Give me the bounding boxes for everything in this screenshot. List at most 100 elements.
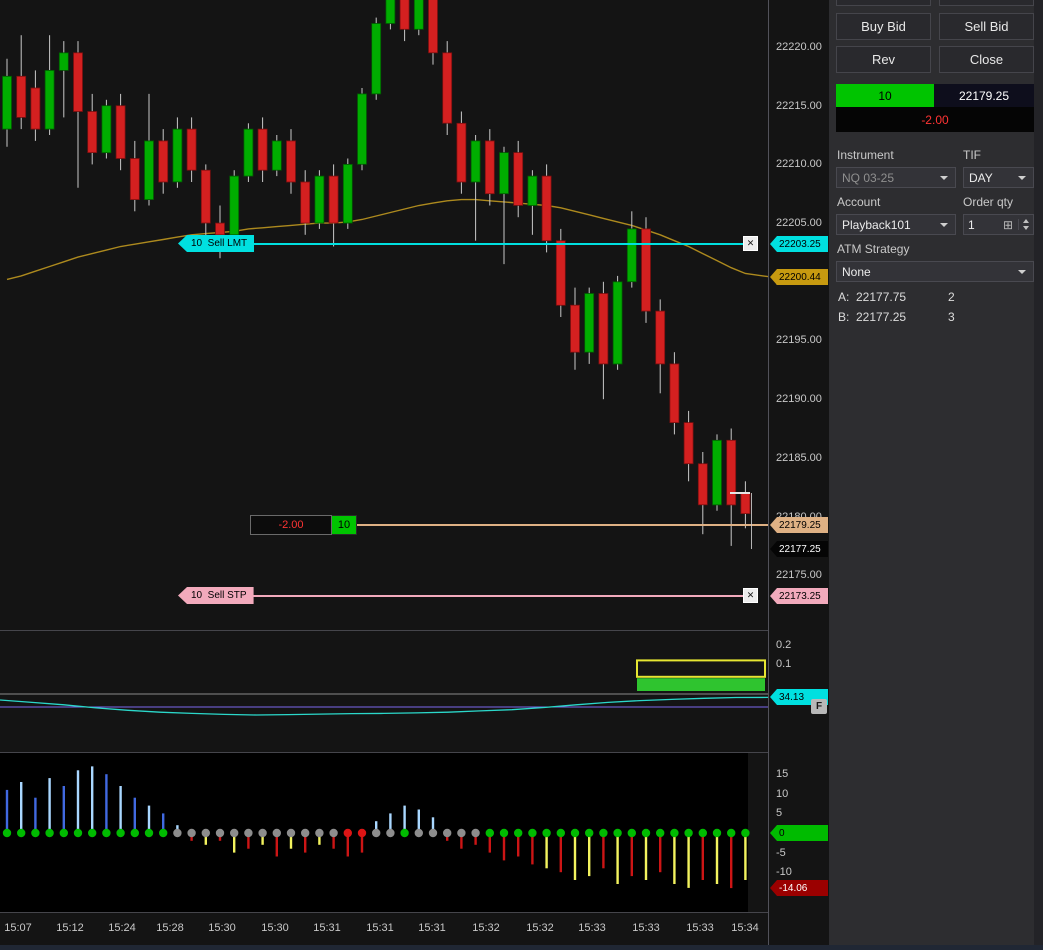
candle — [683, 422, 694, 465]
axis-price-label: 22185.00 — [776, 452, 822, 464]
time-label: 15:30 — [261, 922, 289, 934]
price-axis: 22220.0022215.0022210.0022205.0022200.00… — [768, 0, 829, 945]
delta-dot — [542, 828, 551, 838]
candle — [271, 140, 282, 171]
sell-limit-order-line[interactable] — [250, 243, 744, 245]
candle — [555, 240, 566, 306]
atm-strategy-label: ATM Strategy — [837, 242, 910, 256]
delta-dot — [414, 828, 423, 838]
time-label: 15:33 — [578, 922, 606, 934]
partial-button-top-left[interactable] — [836, 0, 931, 6]
reverse-button[interactable]: Rev — [836, 46, 931, 73]
trading-platform-window: 10 Sell LMT -2.00 10 10 Sell STP 22220.0… — [0, 0, 1043, 950]
buy-bid-button[interactable]: Buy Bid — [836, 13, 931, 40]
account-select[interactable]: Playback101 — [836, 214, 956, 235]
account-value: Playback101 — [842, 217, 911, 232]
time-label: 15:28 — [156, 922, 184, 934]
delta-dot — [485, 828, 494, 838]
candle — [144, 140, 154, 200]
candle — [612, 281, 623, 365]
last-price-dash — [730, 492, 750, 494]
position-pnl-box: -2.00 10 — [250, 515, 357, 535]
delta-dot — [116, 828, 125, 838]
candle — [172, 128, 183, 183]
sell-limit-order-label[interactable]: 10 Sell LMT — [178, 235, 255, 252]
window-edge — [1034, 0, 1043, 950]
time-label: 15:34 — [731, 922, 759, 934]
price-marker: 22173.25 — [770, 588, 828, 604]
candle — [484, 140, 495, 195]
ask-quote-row: A: 22177.75 2 — [838, 290, 1028, 304]
axis-price-label: 22215.00 — [776, 100, 822, 112]
candle — [413, 0, 424, 30]
instrument-select[interactable]: NQ 03-25 — [836, 167, 956, 188]
spinner-up-icon[interactable] — [1023, 219, 1029, 223]
candle — [342, 163, 353, 224]
account-label: Account — [837, 195, 881, 209]
candle — [200, 169, 211, 224]
cancel-stop-order-button[interactable] — [743, 588, 758, 603]
time-label: 15:24 — [108, 922, 136, 934]
sell-bid-button[interactable]: Sell Bid — [939, 13, 1034, 40]
time-label: 15:31 — [418, 922, 446, 934]
time-label: 15:32 — [526, 922, 554, 934]
position-price-cell: 22179.25 — [934, 84, 1034, 107]
ask-size: 2 — [948, 290, 955, 304]
chart-canvas[interactable] — [0, 0, 768, 945]
chevron-down-icon — [940, 175, 948, 180]
delta-dot — [59, 828, 68, 838]
spinner-down-icon[interactable] — [1023, 226, 1029, 230]
candle — [655, 310, 666, 365]
time-label: 15:31 — [313, 922, 341, 934]
keypad-icon[interactable] — [1003, 219, 1013, 231]
delta-dot — [17, 828, 26, 838]
delta-dot — [187, 828, 196, 838]
price-marker: 22200.44 — [770, 269, 828, 285]
sell-stop-order-line[interactable] — [250, 595, 744, 597]
delta-dot — [528, 828, 537, 838]
candle — [442, 52, 453, 124]
time-label: 15:33 — [686, 922, 714, 934]
candle — [186, 128, 197, 171]
candle — [357, 93, 367, 165]
last-price-connector — [751, 493, 752, 549]
candle — [286, 140, 296, 183]
delta-dot — [613, 828, 622, 838]
partial-button-top-right[interactable] — [939, 0, 1034, 6]
instrument-label: Instrument — [837, 148, 894, 162]
delta-dot — [627, 828, 636, 838]
chevron-down-icon — [1018, 269, 1026, 274]
time-label: 15:30 — [208, 922, 236, 934]
delta-dot — [443, 828, 452, 838]
delta-dot — [173, 828, 182, 838]
sell-stop-order-label[interactable]: 10 Sell STP — [178, 587, 254, 604]
qty-spinner[interactable] — [1018, 219, 1029, 230]
tif-select[interactable]: DAY — [963, 167, 1034, 188]
candle — [2, 75, 12, 130]
delta-dot — [670, 828, 679, 838]
delta-dot — [88, 828, 97, 838]
axis-price-label: 22205.00 — [776, 217, 822, 229]
chevron-down-icon — [940, 222, 948, 227]
candle — [712, 439, 722, 506]
status-strip — [0, 945, 1043, 950]
order-qty-input[interactable]: 1 — [963, 214, 1034, 235]
candle — [541, 175, 552, 242]
candle — [300, 181, 311, 224]
candle — [527, 175, 538, 206]
delta-dot — [357, 828, 367, 838]
close-position-button[interactable]: Close — [939, 46, 1034, 73]
atm-strategy-select[interactable]: None — [836, 261, 1034, 282]
delta-dot — [400, 828, 409, 838]
candle — [385, 0, 396, 24]
delta-dot — [130, 828, 139, 838]
candle — [726, 439, 737, 506]
candle — [669, 363, 680, 423]
candle — [229, 175, 240, 236]
position-entry-line — [356, 524, 768, 526]
delta-dot — [499, 828, 509, 838]
delta-dot — [286, 828, 296, 838]
cancel-limit-order-button[interactable] — [743, 236, 758, 251]
candle — [44, 70, 55, 130]
oscillator-axis-label: 0.1 — [776, 658, 792, 670]
